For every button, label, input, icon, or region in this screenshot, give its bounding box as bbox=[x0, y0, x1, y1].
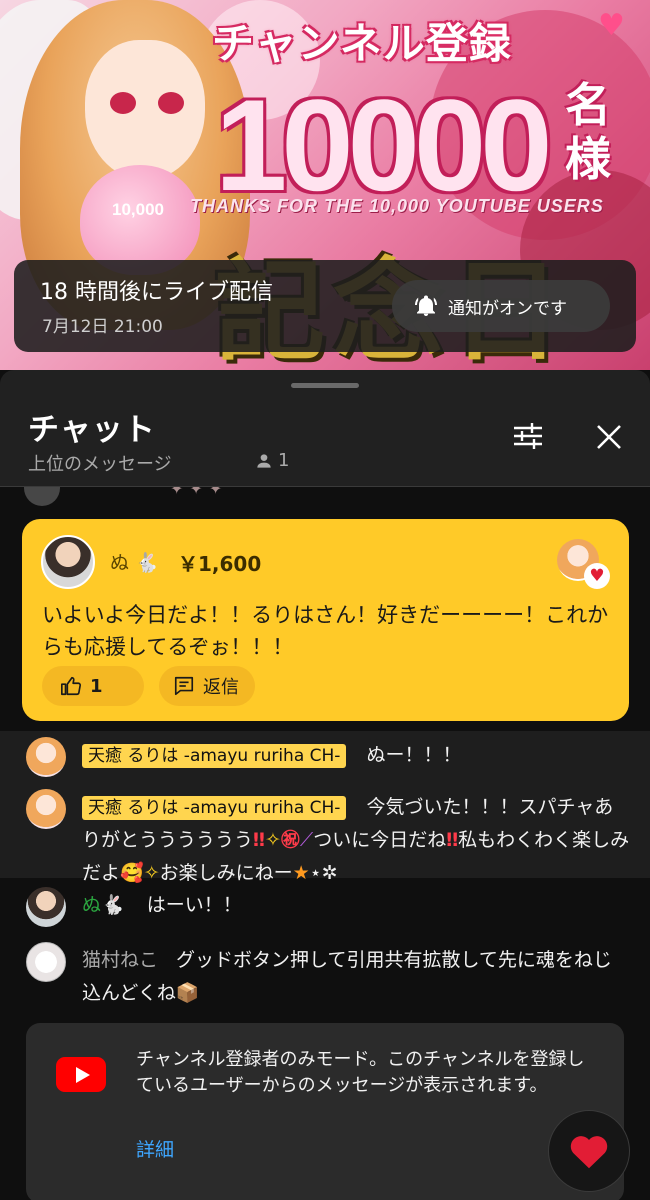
member-badge: 🐇 bbox=[101, 894, 125, 916]
message-text: グッドボタン押して引用共有拡散して先に魂をねじ込んどくね bbox=[82, 949, 612, 1004]
super-chat-amount: ￥1,600 bbox=[178, 552, 262, 576]
double-exclamation-emoji: ‼ bbox=[253, 829, 265, 851]
chat-message-list[interactable]: ✦✦✦ ぬ 🐇 ￥1,600 ♥ いよいよ今日だよ！！るりはさん！好きだーーーー… bbox=[0, 487, 650, 1200]
sparkles-emoji: ✧ bbox=[264, 829, 281, 851]
heart-pillow-illustration bbox=[80, 165, 200, 275]
message-text: ぬー！！！ bbox=[366, 744, 462, 766]
chat-title: チャット bbox=[28, 412, 156, 448]
heart-icon: ♥ bbox=[584, 563, 610, 589]
reaction-heart-button[interactable] bbox=[548, 1110, 630, 1192]
owner-name-badge[interactable]: 天癒 るりは -amayu ruriha CH- bbox=[82, 796, 347, 820]
author-name[interactable]: ぬ🐇 bbox=[82, 894, 125, 916]
character-eye bbox=[158, 92, 184, 114]
congratulations-emoji: ㊗ bbox=[280, 829, 300, 851]
viewer-count: 1 bbox=[254, 450, 289, 471]
reply-label: 返信 bbox=[203, 677, 239, 698]
notification-toggle-button[interactable]: 通知がオンです bbox=[392, 280, 610, 332]
drag-handle[interactable] bbox=[291, 383, 359, 388]
member-badge: 🐇 bbox=[135, 552, 159, 574]
stream-thumbnail: 10,000 チャンネル登録 10000 名様 THANKS FOR THE 1… bbox=[0, 0, 650, 370]
like-count: 1 bbox=[90, 675, 103, 697]
banner-title: チャンネル登録 bbox=[212, 19, 512, 68]
reply-icon bbox=[174, 676, 194, 696]
star-emoji: ★ bbox=[292, 862, 310, 884]
chat-panel: チャット 上位のメッセージ 1 ✦✦✦ ぬ 🐇 ￥1,600 ♥ いよいよ今日だ… bbox=[0, 370, 650, 1200]
banner-suffix: 名様 bbox=[565, 78, 611, 186]
message-line: 猫村ねこ グッドボタン押して引用共有拡散して先に魂をねじ込んどくね📦 bbox=[82, 944, 630, 1010]
chat-filter-dropdown[interactable]: 上位のメッセージ bbox=[28, 450, 172, 476]
chat-message[interactable]: 猫村ねこ グッドボタン押して引用共有拡散して先に魂をねじ込んどくね📦 bbox=[26, 942, 626, 1012]
character-eye bbox=[110, 92, 136, 114]
live-schedule-title: 18 時間後にライブ配信 bbox=[40, 280, 273, 305]
avatar[interactable] bbox=[26, 887, 66, 927]
double-exclamation-emoji: ‼ bbox=[446, 829, 459, 851]
tune-icon[interactable] bbox=[510, 420, 546, 452]
box-cat-emoji: 📦 bbox=[175, 982, 200, 1004]
close-icon[interactable] bbox=[592, 420, 626, 454]
message-line: ぬ🐇 はーい！！ bbox=[82, 889, 630, 922]
heart-icon bbox=[570, 1136, 608, 1169]
bell-icon bbox=[415, 295, 437, 316]
avatar[interactable] bbox=[26, 789, 66, 829]
avatar bbox=[24, 487, 60, 506]
chat-message[interactable]: 天癒 るりは -amayu ruriha CH- 今気づいた！！！スパチャありがと… bbox=[26, 789, 629, 889]
message-line: 天癒 るりは -amayu ruriha CH- ぬー！！！ bbox=[82, 739, 630, 772]
heart-icon: ♥ bbox=[598, 8, 625, 43]
author-name[interactable]: 猫村ねこ bbox=[82, 949, 158, 971]
members-only-notice: チャンネル登録者のみモード。このチャンネルを登録しているユーザーからのメッセージ… bbox=[26, 1023, 624, 1200]
banner-thanks-text: THANKS FOR THE 10,000 YOUTUBE USERS bbox=[190, 196, 604, 216]
notification-label: 通知がオンです bbox=[448, 298, 567, 319]
pillow-text: 10,000 bbox=[112, 200, 164, 219]
message-text: お楽しみにねー bbox=[159, 862, 293, 884]
author-name-text: ぬ bbox=[82, 894, 102, 916]
party-popper-emoji: ⟋ bbox=[299, 829, 314, 851]
owner-name-badge[interactable]: 天癒 るりは -amayu ruriha CH- bbox=[82, 744, 347, 768]
message-text: はーい！！ bbox=[146, 894, 242, 916]
avatar[interactable] bbox=[26, 737, 66, 777]
reply-button[interactable]: 返信 bbox=[159, 666, 255, 706]
message-line: 天癒 るりは -amayu ruriha CH- 今気づいた！！！スパチャありがと… bbox=[82, 791, 630, 890]
emoji-row: ✦✦✦ bbox=[170, 487, 229, 498]
thumbs-up-icon bbox=[61, 676, 81, 696]
live-schedule-datetime: 7月12日 21:00 bbox=[42, 317, 163, 337]
sparkles-emoji: ✧ bbox=[143, 862, 160, 884]
chat-message[interactable]: ぬ🐇 はーい！！ bbox=[26, 887, 626, 927]
chat-message[interactable]: 天癒 るりは -amayu ruriha CH- ぬー！！！ bbox=[26, 737, 626, 777]
person-icon bbox=[257, 453, 271, 468]
message-text: ついに今日だね bbox=[313, 829, 447, 851]
avatar[interactable] bbox=[26, 942, 66, 982]
viewer-count-value: 1 bbox=[278, 450, 290, 471]
super-chat-author: ぬ 🐇 bbox=[110, 548, 159, 575]
stars-emoji: ⋆✲ bbox=[309, 862, 338, 884]
list-item: ✦✦✦ bbox=[24, 487, 229, 506]
upcoming-live-card: 18 時間後にライブ配信 7月12日 21:00 通知がオンです bbox=[14, 260, 636, 352]
super-chat-message: いよいよ今日だよ！！るりはさん！好きだーーーー！これからも応援してるぞぉ！！！ bbox=[42, 603, 609, 659]
youtube-icon bbox=[56, 1057, 106, 1092]
details-link[interactable]: 詳細 bbox=[136, 1135, 174, 1162]
super-chat-card[interactable]: ぬ 🐇 ￥1,600 ♥ いよいよ今日だよ！！るりはさん！好きだーーーー！これか… bbox=[22, 519, 629, 721]
smiling-hearts-emoji: 🥰 bbox=[120, 862, 144, 884]
notice-text: チャンネル登録者のみモード。このチャンネルを登録しているユーザーからのメッセージ… bbox=[136, 1049, 585, 1096]
avatar[interactable] bbox=[41, 535, 95, 589]
author-name: ぬ bbox=[110, 552, 130, 574]
like-button[interactable]: 1 bbox=[42, 666, 144, 706]
character-face bbox=[85, 40, 205, 180]
